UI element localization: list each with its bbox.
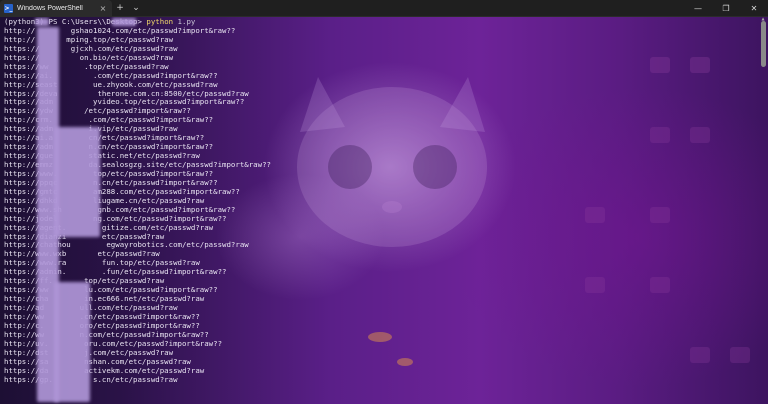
prompt-command: python bbox=[146, 17, 174, 26]
restore-icon: ❐ bbox=[722, 3, 730, 13]
tab-title: Windows PowerShell bbox=[17, 4, 83, 12]
close-icon: ✕ bbox=[750, 3, 758, 13]
redaction-blur-column-c bbox=[54, 282, 90, 402]
chevron-down-icon: ⌄ bbox=[132, 3, 140, 13]
redaction-blur-prompt bbox=[35, 18, 49, 26]
title-bar-drag-area[interactable] bbox=[144, 0, 684, 16]
scrollbar[interactable]: ▲ bbox=[760, 17, 766, 404]
scrollbar-thumb[interactable] bbox=[761, 21, 766, 67]
plus-icon: + bbox=[116, 3, 124, 13]
tab-dropdown-button[interactable]: ⌄ bbox=[128, 0, 144, 16]
new-tab-button[interactable]: + bbox=[112, 0, 128, 16]
tab-close-icon[interactable]: × bbox=[98, 4, 108, 13]
redaction-blur-column-b bbox=[54, 127, 100, 237]
title-bar: >_ Windows PowerShell × + ⌄ — ❐ ✕ bbox=[0, 0, 768, 17]
close-button[interactable]: ✕ bbox=[740, 0, 768, 16]
maximize-button[interactable]: ❐ bbox=[712, 0, 740, 16]
prompt-argument: 1.py bbox=[173, 17, 196, 26]
minimize-button[interactable]: — bbox=[684, 0, 712, 16]
terminal-output[interactable]: (python3) PS C:\Users\\Desktop> python 1… bbox=[0, 17, 768, 404]
powershell-icon: >_ bbox=[4, 3, 13, 13]
tab-windows-powershell[interactable]: >_ Windows PowerShell × bbox=[0, 0, 112, 16]
minimize-icon: — bbox=[694, 3, 702, 13]
redaction-blur-prompt-user bbox=[112, 18, 136, 26]
